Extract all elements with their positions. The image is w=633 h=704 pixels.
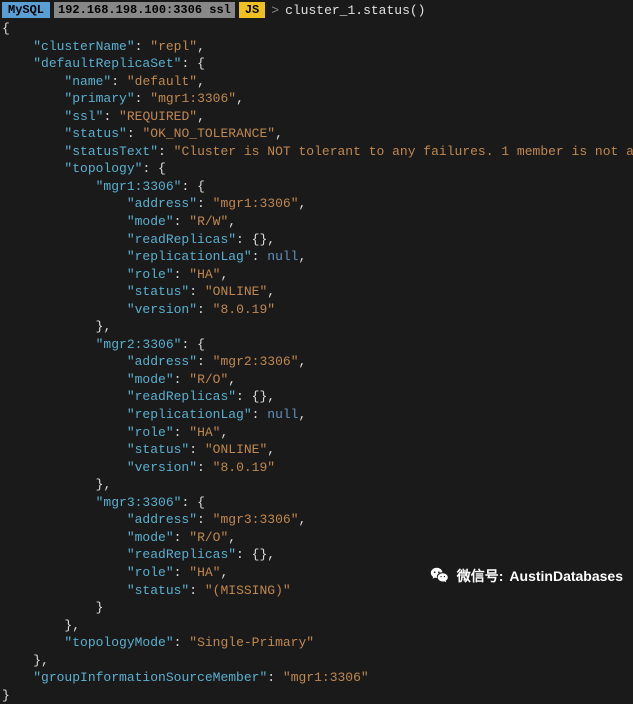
- prompt-line: MySQL 192.168.198.100:3306 ssl JS > clus…: [2, 2, 631, 18]
- watermark-label: 微信号:: [457, 566, 504, 586]
- watermark-value: AustinDatabases: [509, 568, 623, 584]
- mysql-badge: MySQL: [2, 2, 50, 18]
- prompt-arrow: >: [271, 3, 279, 18]
- command-input[interactable]: cluster_1.status(): [285, 3, 425, 18]
- watermark: 微信号: AustinDatabases: [429, 565, 623, 587]
- host-badge: 192.168.198.100:3306 ssl: [54, 2, 235, 18]
- wechat-icon: [429, 565, 451, 587]
- json-output: { "clusterName": "repl", "defaultReplica…: [2, 20, 631, 704]
- js-badge: JS: [239, 2, 265, 18]
